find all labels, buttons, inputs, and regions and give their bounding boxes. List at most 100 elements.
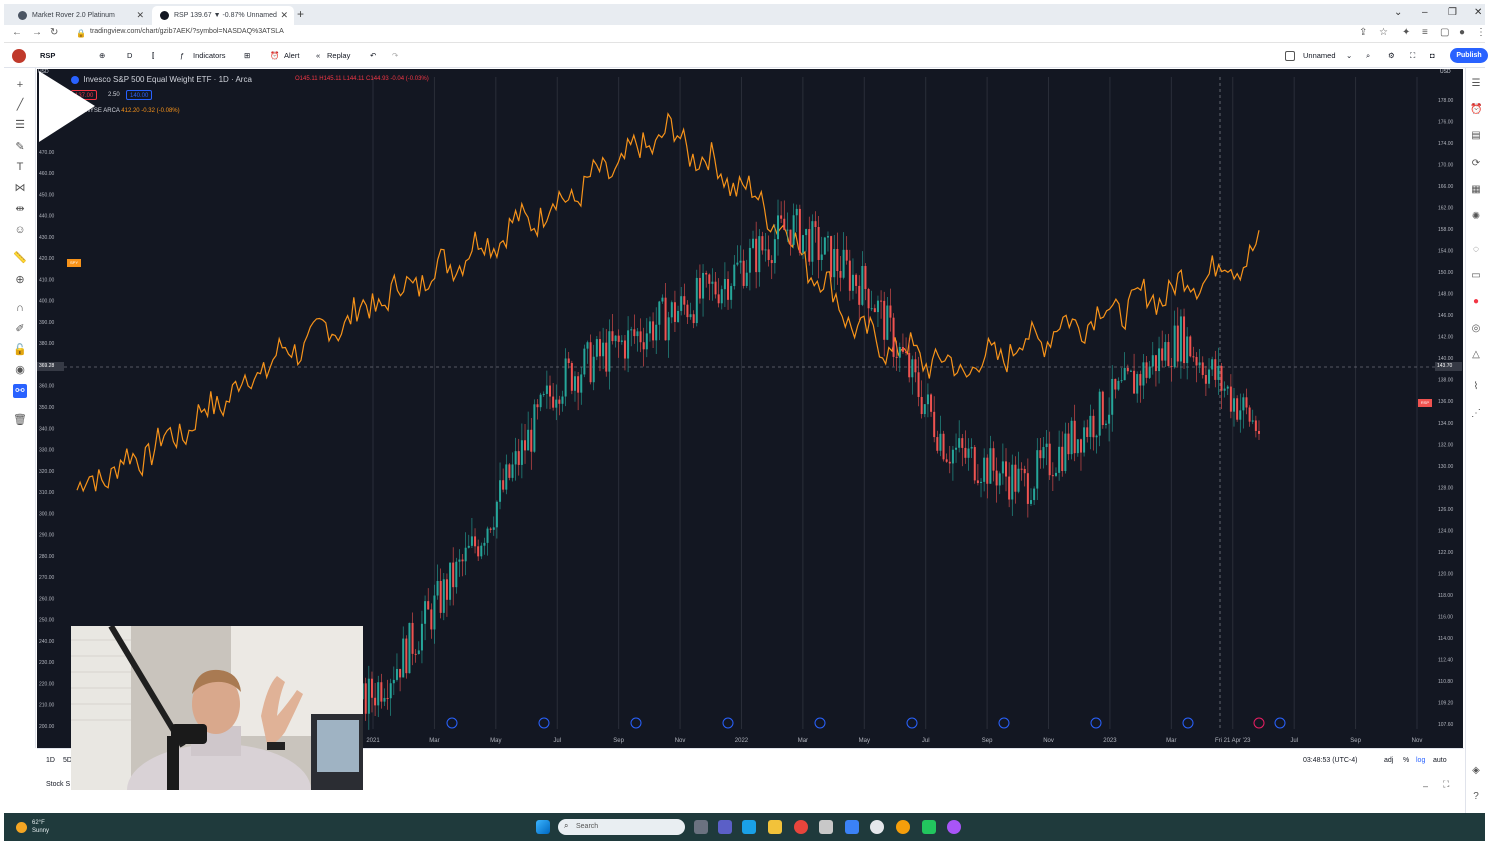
app-icon-orange[interactable] <box>896 820 910 834</box>
forward-arrow-icon[interactable]: → <box>32 27 42 38</box>
watchlist-icon[interactable]: ☰ <box>1470 78 1482 90</box>
ideas-lightbulb-icon[interactable]: ✺ <box>1470 211 1482 223</box>
url-text[interactable]: tradingview.com/chart/gzib7AEK/?symbol=N… <box>90 28 284 35</box>
chrome-browser-icon[interactable] <box>794 820 808 834</box>
dividend-event-icon[interactable] <box>1274 717 1286 729</box>
earnings-event-icon[interactable] <box>1253 717 1265 729</box>
adj-toggle[interactable]: adj <box>1384 757 1393 764</box>
chat-icon[interactable]: ◌ <box>1470 244 1482 256</box>
quick-search-icon[interactable]: ⌕ <box>1366 51 1370 61</box>
replay-button[interactable]: Replay <box>327 51 350 60</box>
indicators-button[interactable]: Indicators <box>193 51 226 60</box>
lock-drawings-icon[interactable]: 🔓 <box>13 343 27 357</box>
add-compare-icon[interactable]: ⊕ <box>99 51 105 60</box>
browser-tab[interactable]: Market Rover 2.0 Platinum ✕ <box>10 6 150 25</box>
timezone-clock[interactable]: 03:48:53 (UTC-4) <box>1303 757 1357 764</box>
app-icon-blue[interactable] <box>845 820 859 834</box>
bookmark-star-icon[interactable]: ☆ <box>1379 27 1388 38</box>
app-icon-green[interactable] <box>922 820 936 834</box>
dividend-event-icon[interactable] <box>1090 717 1102 729</box>
right-price-axis[interactable] <box>1435 69 1463 748</box>
pattern-icon[interactable]: ⋈ <box>13 181 27 195</box>
interval-button[interactable]: D <box>127 51 132 60</box>
redo-icon[interactable]: ↷ <box>392 51 398 60</box>
crosshair-icon[interactable]: + <box>13 78 27 92</box>
taskbar-search-input[interactable]: Search <box>558 819 685 835</box>
undo-icon[interactable]: ↶ <box>370 51 376 60</box>
windows-start-icon[interactable] <box>536 820 550 834</box>
layout-name-button[interactable]: Unnamed <box>1303 51 1336 60</box>
reload-icon[interactable]: ↻ <box>50 27 58 38</box>
spy-series-line[interactable] <box>76 112 1260 493</box>
app-icon-globe[interactable] <box>870 820 884 834</box>
data-window-icon[interactable]: ▤ <box>1470 130 1482 142</box>
dividend-event-icon[interactable] <box>1182 717 1194 729</box>
zoom-in-icon[interactable]: ⊕ <box>13 273 27 287</box>
magnet-icon[interactable]: ∩ <box>13 301 27 315</box>
new-tab-button[interactable]: + <box>297 7 304 21</box>
news-icon[interactable]: ▭ <box>1470 270 1482 282</box>
notifications-bell-icon[interactable]: △ <box>1470 349 1482 361</box>
candle-style-icon[interactable]: ⫿ <box>152 51 154 61</box>
dividend-event-icon[interactable] <box>814 717 826 729</box>
dividend-event-icon[interactable] <box>630 717 642 729</box>
ruler-icon[interactable]: 📏 <box>13 251 27 265</box>
maximize-panel-icon[interactable]: ⛶ <box>1443 779 1449 790</box>
weather-sun-icon[interactable] <box>16 822 27 833</box>
icons-tool-icon[interactable]: ☺ <box>13 223 27 237</box>
trash-icon[interactable]: 🗑 <box>13 413 27 427</box>
layers-icon[interactable]: ◈ <box>1470 765 1482 777</box>
teams-chat-icon[interactable] <box>718 820 732 834</box>
fullscreen-icon[interactable]: ⛶ <box>1410 51 1415 61</box>
fib-retracement-icon[interactable]: ☰ <box>13 118 27 132</box>
percent-toggle[interactable]: % <box>1403 757 1409 764</box>
store-icon[interactable] <box>819 820 833 834</box>
kebab-menu-icon[interactable]: ⋮ <box>1476 27 1486 38</box>
minimize-button[interactable]: – <box>1422 7 1428 18</box>
stock-screener-tab[interactable]: Stock S <box>46 781 70 788</box>
auto-toggle[interactable]: auto <box>1433 757 1447 764</box>
weather-widget[interactable]: 62°F Sunny <box>32 819 49 835</box>
snapshot-camera-icon[interactable]: ◘ <box>1430 51 1435 60</box>
streams-icon[interactable]: ◎ <box>1470 323 1482 335</box>
reading-list-icon[interactable]: ≡ <box>1422 27 1428 38</box>
right-currency-label[interactable]: USD <box>1440 69 1451 75</box>
templates-icon[interactable]: ⊞ <box>244 51 250 60</box>
settings-gear-icon[interactable]: ⚙ <box>1388 51 1395 60</box>
edge-browser-icon[interactable] <box>742 820 756 834</box>
back-arrow-icon[interactable]: ← <box>12 27 22 38</box>
sidebar-icon[interactable]: ▢ <box>1440 27 1449 38</box>
maximize-button[interactable]: ❐ <box>1448 7 1457 18</box>
alert-icon[interactable]: ⏰ <box>270 51 279 60</box>
dividend-event-icon[interactable] <box>722 717 734 729</box>
user-avatar[interactable] <box>12 49 26 63</box>
hotlists-icon[interactable]: ⟳ <box>1470 158 1482 170</box>
forecast-icon[interactable]: ⇹ <box>13 202 27 216</box>
symbol-search-button[interactable]: RSP <box>40 51 55 60</box>
close-tab-icon[interactable]: ✕ <box>136 10 144 21</box>
hide-drawings-icon[interactable]: ◉ <box>13 363 27 377</box>
profile-icon[interactable]: ● <box>1459 27 1465 38</box>
log-toggle[interactable]: log <box>1416 757 1425 764</box>
file-explorer-icon[interactable] <box>768 820 782 834</box>
task-view-icon[interactable] <box>694 820 708 834</box>
trend-line-icon[interactable]: ╱ <box>13 98 27 112</box>
dividend-event-icon[interactable] <box>906 717 918 729</box>
browser-tab-active[interactable]: RSP 139.67 ▼ -0.87% Unnamed ✕ <box>152 6 294 25</box>
sync-drawings-icon[interactable]: ⚯ <box>13 384 27 398</box>
extensions-icon[interactable]: ✦ <box>1402 27 1410 38</box>
layout-checkbox-icon[interactable] <box>1285 51 1295 61</box>
brush-icon[interactable]: ✎ <box>13 140 27 154</box>
notification-icon[interactable]: ● <box>1470 296 1482 308</box>
series-legend-title[interactable]: Invesco S&P 500 Equal Weight ETF · 1D · … <box>71 75 252 84</box>
dividend-event-icon[interactable] <box>998 717 1010 729</box>
timeframe-1d-button[interactable]: 1D <box>46 757 55 764</box>
close-tab-icon[interactable]: ✕ <box>280 10 288 21</box>
app-icon-purple[interactable] <box>947 820 961 834</box>
indicators-icon[interactable]: ƒ <box>180 51 184 60</box>
ask-price-box[interactable]: 140.00 <box>126 90 153 100</box>
calendar-icon[interactable]: ▦ <box>1470 184 1482 196</box>
video-play-icon[interactable] <box>37 69 97 144</box>
replay-icon[interactable]: « <box>316 51 320 60</box>
publish-button[interactable]: Publish <box>1450 48 1488 63</box>
